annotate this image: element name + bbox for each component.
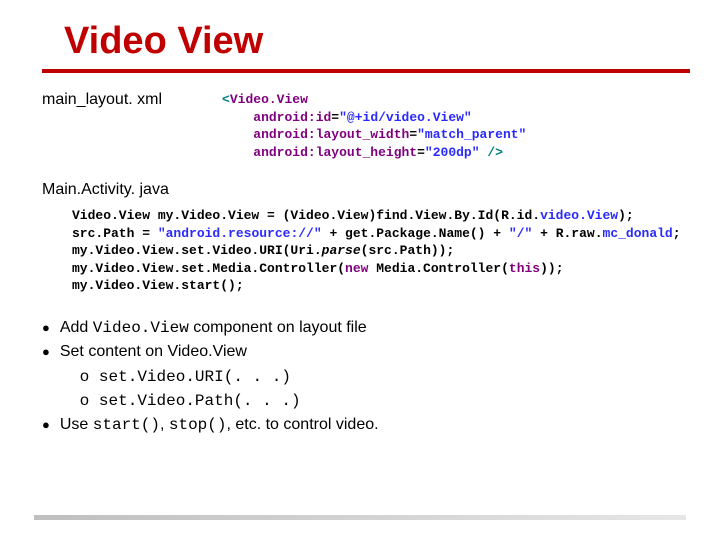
xml-label: main_layout. xml <box>42 91 162 153</box>
footer-bar <box>34 515 686 520</box>
title-divider <box>42 69 690 73</box>
bullet-2: Set content on Video.View <box>42 341 690 363</box>
bullet-2-sub-2: set.Video.Path(. . .) <box>42 390 690 412</box>
bullet-2-sub-1: set.Video.URI(. . .) <box>42 366 690 388</box>
bullet-list: Add Video.View component on layout file … <box>42 317 690 437</box>
bullet-3: Use start(), stop(), etc. to control vid… <box>42 414 690 436</box>
slide: Video View main_layout. xml <Video.View … <box>0 0 720 449</box>
bullet-1: Add Video.View component on layout file <box>42 317 690 339</box>
java-code: Video.View my.Video.View = (Video.View)f… <box>72 207 690 295</box>
xml-section: main_layout. xml <Video.View android:id=… <box>42 91 690 161</box>
slide-title: Video View <box>64 20 690 63</box>
java-label: Main.Activity. java <box>42 181 690 199</box>
xml-code: <Video.View android:id="@+id/video.View"… <box>222 91 526 161</box>
